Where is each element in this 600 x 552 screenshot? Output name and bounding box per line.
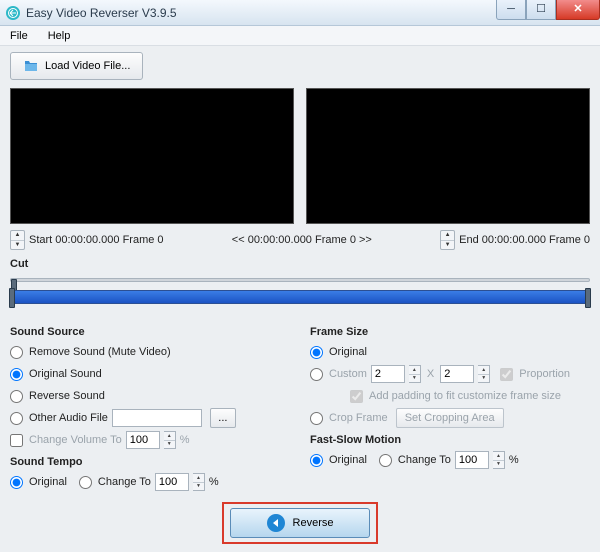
minimize-button[interactable]: ─ bbox=[496, 0, 526, 20]
fast-slow-title: Fast-Slow Motion bbox=[310, 434, 590, 446]
tempo-change-label: Change To bbox=[98, 476, 151, 488]
fast-slow-row: Original Change To ▲▼ % bbox=[310, 450, 590, 470]
frame-custom-radio[interactable] bbox=[310, 368, 323, 381]
change-volume-label: Change Volume To bbox=[29, 434, 122, 446]
preview-left bbox=[10, 88, 294, 224]
tempo-value[interactable] bbox=[155, 473, 189, 491]
frame-width-stepper[interactable]: ▲▼ bbox=[409, 365, 421, 383]
remove-sound-label: Remove Sound (Mute Video) bbox=[29, 346, 171, 358]
remove-sound-radio[interactable] bbox=[10, 346, 23, 359]
frame-width[interactable] bbox=[371, 365, 405, 383]
right-column: Frame Size Original Custom ▲▼ X ▲▼ Propo… bbox=[310, 326, 590, 494]
other-audio-path bbox=[112, 409, 202, 427]
close-button[interactable]: ✕ bbox=[556, 0, 600, 20]
volume-value[interactable] bbox=[126, 431, 160, 449]
change-volume-row[interactable]: Change Volume To ▲▼ % bbox=[10, 430, 290, 450]
motion-stepper[interactable]: ▲▼ bbox=[493, 451, 505, 469]
left-column: Sound Source Remove Sound (Mute Video) O… bbox=[10, 326, 290, 494]
tempo-percent: % bbox=[209, 476, 219, 488]
frame-padding-row[interactable]: Add padding to fit customize frame size bbox=[310, 386, 590, 406]
reverse-wrap: Reverse bbox=[10, 502, 590, 544]
frame-height-stepper[interactable]: ▲▼ bbox=[478, 365, 490, 383]
motion-original-label: Original bbox=[329, 454, 367, 466]
menu-bar: File Help bbox=[0, 26, 600, 46]
frame-height[interactable] bbox=[440, 365, 474, 383]
set-cropping-button[interactable]: Set Cropping Area bbox=[396, 408, 504, 428]
end-frame-stepper[interactable]: ▲▼ bbox=[440, 230, 455, 250]
cut-slider-area bbox=[10, 274, 590, 320]
original-sound-row[interactable]: Original Sound bbox=[10, 364, 290, 384]
title-bar: Easy Video Reverser V3.9.5 ─ ☐ ✕ bbox=[0, 0, 600, 26]
volume-percent: % bbox=[180, 434, 190, 446]
motion-percent: % bbox=[509, 454, 519, 466]
sound-tempo-title: Sound Tempo bbox=[10, 456, 290, 468]
window-title: Easy Video Reverser V3.9.5 bbox=[26, 6, 177, 20]
app-icon bbox=[6, 6, 20, 20]
frame-by: X bbox=[427, 368, 434, 380]
cut-range-end-handle[interactable] bbox=[585, 288, 591, 308]
cut-range-track[interactable] bbox=[10, 290, 590, 304]
sound-source-title: Sound Source bbox=[10, 326, 290, 338]
reverse-button[interactable]: Reverse bbox=[230, 508, 370, 538]
padding-label: Add padding to fit customize frame size bbox=[369, 390, 561, 402]
cut-position-track[interactable] bbox=[10, 278, 590, 282]
end-time-label: End 00:00:00.000 Frame 0 bbox=[459, 234, 590, 246]
maximize-button[interactable]: ☐ bbox=[526, 0, 556, 20]
other-audio-row[interactable]: Other Audio File ... bbox=[10, 408, 290, 428]
tempo-original-radio[interactable] bbox=[10, 476, 23, 489]
change-volume-checkbox[interactable] bbox=[10, 434, 23, 447]
window-buttons: ─ ☐ ✕ bbox=[496, 0, 600, 20]
reverse-sound-row[interactable]: Reverse Sound bbox=[10, 386, 290, 406]
other-audio-radio[interactable] bbox=[10, 412, 23, 425]
frame-size-title: Frame Size bbox=[310, 326, 590, 338]
time-row: ▲▼ Start 00:00:00.000 Frame 0 << 00:00:0… bbox=[10, 230, 590, 250]
padding-checkbox bbox=[350, 390, 363, 403]
reverse-sound-label: Reverse Sound bbox=[29, 390, 105, 402]
menu-file[interactable]: File bbox=[6, 28, 32, 44]
tempo-change-radio[interactable] bbox=[79, 476, 92, 489]
content-area: Load Video File... ▲▼ Start 00:00:00.000… bbox=[0, 46, 600, 552]
preview-row bbox=[10, 88, 590, 224]
load-video-label: Load Video File... bbox=[45, 60, 130, 72]
reverse-sound-radio[interactable] bbox=[10, 390, 23, 403]
frame-custom-row[interactable]: Custom ▲▼ X ▲▼ Proportion bbox=[310, 364, 590, 384]
folder-icon bbox=[23, 58, 39, 74]
frame-crop-radio[interactable] bbox=[310, 412, 323, 425]
frame-crop-row[interactable]: Crop Frame Set Cropping Area bbox=[310, 408, 590, 428]
menu-help[interactable]: Help bbox=[44, 28, 75, 44]
start-time-label: Start 00:00:00.000 Frame 0 bbox=[29, 234, 164, 246]
motion-change-radio[interactable] bbox=[379, 454, 392, 467]
browse-audio-button[interactable]: ... bbox=[210, 408, 236, 428]
original-sound-label: Original Sound bbox=[29, 368, 102, 380]
other-audio-label: Other Audio File bbox=[29, 412, 108, 424]
options-panels: Sound Source Remove Sound (Mute Video) O… bbox=[10, 326, 590, 494]
cut-label: Cut bbox=[10, 258, 590, 270]
cut-range-start-handle[interactable] bbox=[9, 288, 15, 308]
start-frame-stepper[interactable]: ▲▼ bbox=[10, 230, 25, 250]
motion-value[interactable] bbox=[455, 451, 489, 469]
preview-right bbox=[306, 88, 590, 224]
proportion-label: Proportion bbox=[519, 368, 570, 380]
frame-original-label: Original bbox=[329, 346, 367, 358]
tempo-original-label: Original bbox=[29, 476, 67, 488]
load-video-button[interactable]: Load Video File... bbox=[10, 52, 143, 80]
volume-stepper[interactable]: ▲▼ bbox=[164, 431, 176, 449]
original-sound-radio[interactable] bbox=[10, 368, 23, 381]
motion-change-label: Change To bbox=[398, 454, 451, 466]
remove-sound-row[interactable]: Remove Sound (Mute Video) bbox=[10, 342, 290, 362]
motion-original-radio[interactable] bbox=[310, 454, 323, 467]
sound-tempo-row: Original Change To ▲▼ % bbox=[10, 472, 290, 492]
frame-crop-label: Crop Frame bbox=[329, 412, 388, 424]
frame-original-radio[interactable] bbox=[310, 346, 323, 359]
frame-original-row[interactable]: Original bbox=[310, 342, 590, 362]
proportion-checkbox bbox=[500, 368, 513, 381]
tempo-stepper[interactable]: ▲▼ bbox=[193, 473, 205, 491]
reverse-highlight: Reverse bbox=[222, 502, 378, 544]
reverse-label: Reverse bbox=[293, 517, 334, 529]
frame-custom-label: Custom bbox=[329, 368, 367, 380]
mid-time-label: << 00:00:00.000 Frame 0 >> bbox=[168, 234, 437, 246]
